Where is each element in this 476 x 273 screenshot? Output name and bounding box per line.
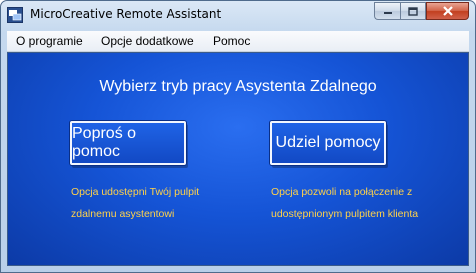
menu-bar: O programie Opcje dodatkowe Pomoc [7,31,469,52]
app-window: MicroCreative Remote Assistant O program… [0,0,476,273]
app-icon [7,7,23,23]
close-button[interactable] [426,2,469,20]
mode-heading: Wybierz tryb pracy Asystenta Zdalnego [99,78,377,95]
minimize-button[interactable] [374,2,400,20]
menu-extra-options[interactable]: Opcje dodatkowe [101,34,194,48]
give-help-button[interactable]: Udziel pomocy [270,121,386,165]
close-icon [442,6,453,16]
give-help-desc-line1: Opcja pozwoli na połączenie z [271,186,413,198]
maximize-button[interactable] [400,2,426,20]
menu-about[interactable]: O programie [16,34,83,48]
request-help-button[interactable]: Poproś o pomoc [70,121,186,165]
give-help-description: Opcja pozwoli na połączenie z udostępnio… [271,181,418,225]
request-help-desc-line1: Opcja udostępni Twój pulpit [71,186,200,198]
minimize-icon [383,12,392,14]
request-help-desc-line2: zdalnemu asystentowi [71,208,175,220]
main-panel: Wybierz tryb pracy Asystenta Zdalnego Po… [7,52,469,266]
give-help-desc-line2: udostępnionym pulpitem klienta [271,208,419,220]
title-bar[interactable]: MicroCreative Remote Assistant [1,1,475,31]
request-help-description: Opcja udostępni Twój pulpit zdalnemu asy… [71,181,199,225]
window-title: MicroCreative Remote Assistant [30,7,222,21]
window-controls [374,2,469,20]
menu-help[interactable]: Pomoc [213,34,250,48]
maximize-icon [408,6,418,16]
